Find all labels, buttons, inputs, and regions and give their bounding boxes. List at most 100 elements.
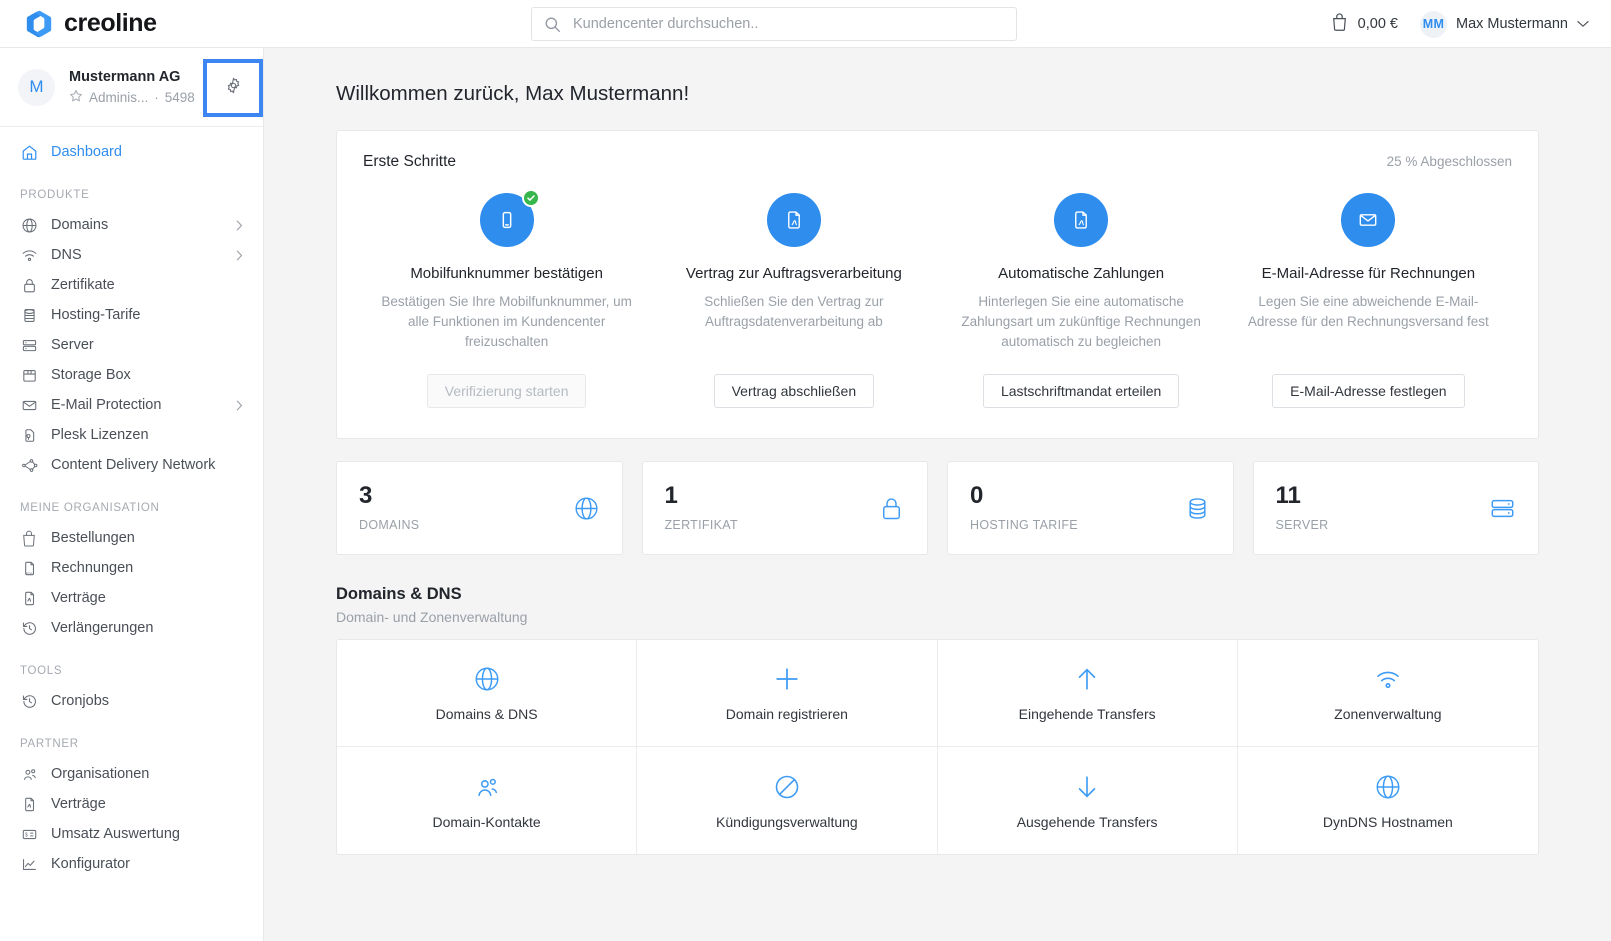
sidebar-item-label: E-Mail Protection (51, 397, 162, 413)
tile-dyndns-hostnamen[interactable]: DynDNS Hostnamen (1238, 747, 1538, 854)
onboarding-step-description: Hinterlegen Sie eine automatische Zahlun… (961, 294, 1201, 349)
tile-zonenverwaltung[interactable]: Zonenverwaltung (1237, 640, 1538, 747)
stat-card-server[interactable]: 11 SERVER (1252, 461, 1539, 555)
database-icon (1184, 495, 1211, 522)
wifi-icon (20, 246, 38, 264)
sidebar-item-konfigurator[interactable]: Konfigurator (0, 849, 263, 879)
sidebar-item-organisationen[interactable]: Organisationen (0, 759, 263, 789)
sidebar-item-plesk-lizenzen[interactable]: Plesk Lizenzen (0, 420, 263, 450)
onboarding-step-description: Legen Sie eine abweichende E-Mail-Adress… (1247, 294, 1489, 329)
pdf-file-icon (1054, 193, 1109, 247)
sidebar-item-cronjobs[interactable]: Cronjobs (0, 686, 263, 716)
svg-text:$: $ (24, 832, 27, 838)
sidebar-section-tools: TOOLS (20, 665, 63, 677)
sidebar-item-label: Verträge (51, 590, 106, 606)
search-input[interactable] (573, 9, 993, 39)
sidebar-item-storage-box[interactable]: Storage Box (0, 360, 263, 390)
tile-label: Domains & DNS (435, 706, 538, 722)
organization-separator: · (154, 89, 159, 105)
onboarding-steps: Mobilfunknummer bestätigen Bestätigen Si… (363, 189, 1512, 408)
check-badge-icon (521, 189, 540, 207)
arrow-down-icon (1073, 772, 1101, 802)
tile-label: Zonenverwaltung (1334, 706, 1442, 722)
sidebar-item-dns[interactable]: DNS (0, 240, 263, 270)
search-bar[interactable] (531, 7, 1017, 41)
sidebar-item-label: Storage Box (51, 367, 131, 383)
sidebar-item-label: Zertifikate (51, 277, 115, 293)
sidebar-item-bestellungen[interactable]: Bestellungen (0, 523, 263, 553)
sidebar-item-domains[interactable]: Domains (0, 210, 263, 240)
sidebar-item-label: Dashboard (51, 144, 122, 160)
brand-logo[interactable]: creoline (24, 9, 157, 39)
sidebar-item-partner-vertraege[interactable]: Verträge (0, 789, 263, 819)
users-icon (20, 765, 38, 783)
tile-label: Ausgehende Transfers (1016, 813, 1158, 830)
sidebar-item-email-protection[interactable]: E-Mail Protection (0, 390, 263, 420)
sidebar-item-label: Organisationen (51, 766, 150, 782)
top-bar: creoline 0,00 € MM Max Mustermann (0, 0, 1611, 48)
sidebar-item-dashboard[interactable]: Dashboard (0, 137, 263, 167)
gear-icon (225, 77, 242, 99)
mail-icon (20, 396, 38, 414)
sidebar-item-content-delivery-network[interactable]: Content Delivery Network (0, 450, 263, 480)
sidebar-section-partner: PARTNER (20, 738, 79, 750)
plus-icon (773, 664, 801, 694)
stat-card-domains[interactable]: 3 DOMAINS (336, 461, 623, 555)
invoice-icon: $ (20, 825, 38, 843)
sidebar-section-produkte: PRODUKTE (20, 189, 90, 201)
sidebar-item-label: Plesk Lizenzen (51, 427, 149, 443)
onboarding-step-description: Bestätigen Sie Ihre Mobilfunknummer, um … (381, 294, 632, 349)
tile-ausgehende-transfers[interactable]: Ausgehende Transfers (938, 747, 1238, 854)
envelope-icon (1341, 193, 1396, 247)
box-icon (20, 366, 38, 384)
lock-icon (878, 495, 905, 522)
sidebar-item-umsatz-auswertung[interactable]: $ Umsatz Auswertung (0, 819, 263, 849)
pdf-file-icon: PDF (20, 559, 38, 577)
grant-direct-debit-button[interactable]: Lastschriftmandat erteilen (982, 374, 1180, 408)
stat-label: DOMAINS (359, 518, 420, 532)
sidebar-item-verlaengerungen[interactable]: Verlängerungen (0, 613, 263, 643)
sidebar-item-rechnungen[interactable]: PDF Rechnungen (0, 553, 263, 583)
set-email-address-button[interactable]: E-Mail-Adresse festlegen (1272, 374, 1465, 408)
cart-amount: 0,00 € (1357, 16, 1398, 32)
onboarding-step: E-Mail-Adresse für Rechnungen Legen Sie … (1225, 193, 1512, 408)
sidebar-item-zertifikate[interactable]: Zertifikate (0, 270, 263, 300)
organization-settings-button[interactable] (203, 59, 263, 117)
tile-label: Domain-Kontakte (432, 813, 541, 830)
tile-kuendigungsverwaltung[interactable]: Kündigungsverwaltung (637, 747, 938, 854)
stat-value: 11 (1275, 482, 1301, 509)
globe-icon (573, 495, 600, 522)
tile-domain-registrieren[interactable]: Domain registrieren (637, 640, 938, 747)
license-icon (20, 426, 38, 444)
sidebar-item-label: Cronjobs (51, 693, 110, 709)
sidebar-item-label: Verlängerungen (51, 620, 154, 636)
history-icon (20, 619, 38, 637)
tile-eingehende-transfers[interactable]: Eingehende Transfers (937, 640, 1238, 747)
page-title: Willkommen zurück, Max Mustermann! (336, 82, 690, 105)
organization-role: Adminis... (89, 89, 149, 105)
complete-contract-button[interactable]: Vertrag abschließen (713, 374, 875, 408)
shopping-bag-icon (20, 529, 38, 547)
main-content: Willkommen zurück, Max Mustermann! Erste… (264, 48, 1611, 941)
sidebar-item-label: Server (51, 337, 94, 353)
stat-label: ZERTIFIKAT (664, 518, 738, 532)
star-icon[interactable] (69, 89, 83, 106)
organization-switcher[interactable]: M Mustermann AG Adminis... · 5498 (0, 48, 263, 127)
stat-card-zertifikat[interactable]: 1 ZERTIFIKAT (641, 461, 928, 555)
wifi-icon (1374, 664, 1402, 694)
stat-card-hosting-tarife[interactable]: 0 HOSTING TARIFE (947, 461, 1234, 555)
sidebar-item-hosting-tarife[interactable]: Hosting-Tarife (0, 300, 263, 330)
sidebar-item-label: Bestellungen (51, 530, 135, 546)
lock-icon (20, 276, 38, 294)
verify-phone-button[interactable]: Verifizierung starten (426, 374, 587, 408)
onboarding-card: Erste Schritte 25 % Abgeschlossen Mobilf… (336, 130, 1539, 439)
tile-domain-kontakte[interactable]: Domain-Kontakte (337, 747, 638, 854)
sidebar-item-label: Rechnungen (51, 560, 134, 576)
tile-domains-dns[interactable]: Domains & DNS (337, 640, 638, 747)
sidebar-item-server[interactable]: Server (0, 330, 263, 360)
user-menu[interactable]: MM Max Mustermann (1419, 10, 1589, 38)
sidebar-item-vertraege[interactable]: Verträge (0, 583, 263, 613)
tile-label: DynDNS Hostnamen (1322, 813, 1453, 830)
onboarding-step-description: Schließen Sie den Vertrag zur Auftragsda… (704, 294, 884, 329)
cart-button[interactable]: 0,00 € (1331, 12, 1398, 36)
